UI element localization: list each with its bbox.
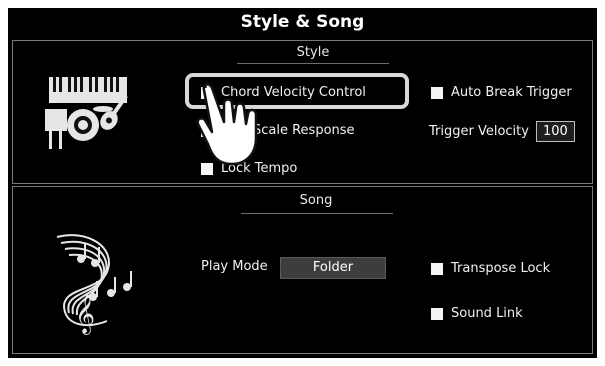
svg-text:𝄞: 𝄞 (75, 294, 95, 335)
trigger-velocity-value[interactable]: 100 (535, 121, 575, 142)
pointing-hand-icon (196, 82, 258, 166)
auto-break-trigger-checkbox[interactable] (431, 86, 443, 99)
transpose-lock-label: Transpose Lock (451, 261, 551, 276)
music-notes-icon: 𝄞 (56, 234, 132, 335)
song-section-title: Song (299, 193, 333, 208)
style-section: Style Chord Velocity Control Scale Respo… (12, 40, 593, 184)
trigger-velocity-label: Trigger Velocity (429, 124, 529, 139)
play-mode-setting: Play Mode (201, 259, 268, 274)
song-section: Song 𝄞 Play Mode Folder Transpose Lock S… (12, 186, 593, 354)
play-mode-label: Play Mode (201, 259, 268, 274)
sound-link-checkbox[interactable] (431, 307, 443, 320)
transpose-lock-checkbox[interactable] (431, 262, 443, 275)
play-mode-button[interactable]: Folder (280, 257, 386, 279)
trigger-velocity-setting: Trigger Velocity 100 (429, 121, 575, 142)
sound-link-option[interactable]: Sound Link (431, 306, 523, 321)
song-section-divider (241, 213, 393, 214)
style-section-title: Style (296, 45, 330, 60)
auto-break-trigger-option[interactable]: Auto Break Trigger (431, 85, 572, 100)
sound-link-label: Sound Link (451, 306, 523, 321)
settings-panel: Style Chord Velocity Control Scale Respo… (8, 36, 597, 358)
window-title: Style & Song (8, 8, 597, 36)
style-instruments-icon (45, 77, 128, 149)
auto-break-trigger-label: Auto Break Trigger (451, 85, 572, 100)
transpose-lock-option[interactable]: Transpose Lock (431, 261, 550, 276)
style-section-divider (237, 63, 389, 64)
style-song-screen: Style & Song Style Chord Velocity Contro… (0, 0, 605, 366)
